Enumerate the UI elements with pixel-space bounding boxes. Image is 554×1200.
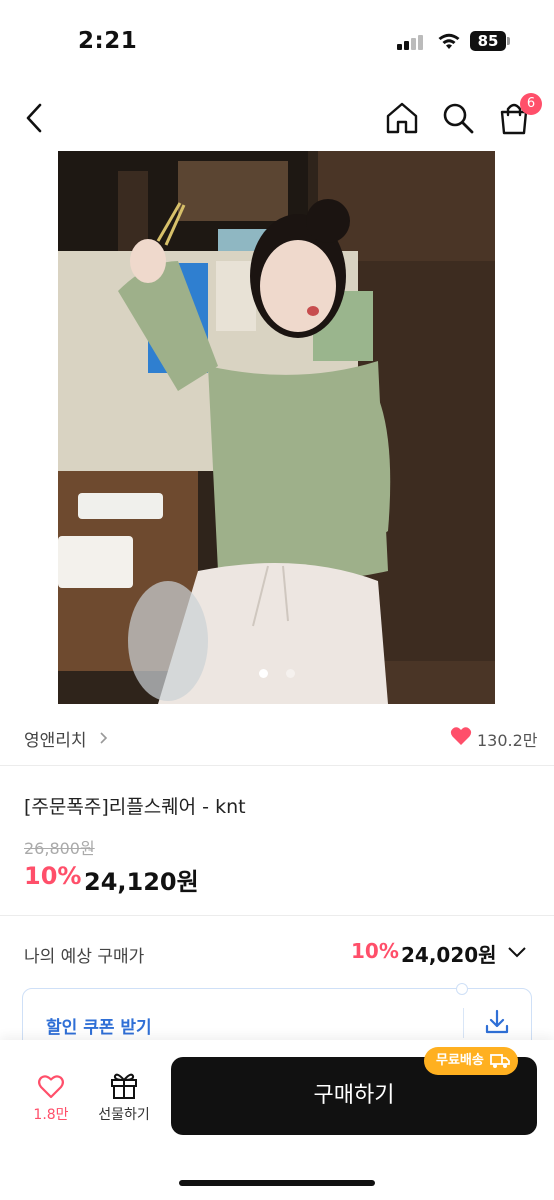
expected-discount-rate: 10% <box>351 939 399 963</box>
product-title: [주문폭주]리플스퀘어 - knt <box>24 796 246 818</box>
home-indicator <box>179 1180 375 1186</box>
wishlist-count: 1.8만 <box>33 1107 69 1123</box>
cart-count-badge: 6 <box>520 93 542 115</box>
coupon-label[interactable]: 할인 쿠폰 받기 <box>46 1013 152 1038</box>
image-pager <box>0 663 554 682</box>
battery-tip <box>507 37 510 45</box>
pager-dot[interactable] <box>285 669 295 678</box>
chevron-right-icon <box>100 732 108 744</box>
product-photo <box>58 151 495 704</box>
free-shipping-badge: 무료배송 <box>424 1047 518 1075</box>
heart-outline-icon <box>38 1075 64 1099</box>
free-shipping-label: 무료배송 <box>436 1053 484 1068</box>
chevron-down-icon[interactable] <box>505 942 529 962</box>
pager-dot-active[interactable] <box>259 669 269 678</box>
battery-level: 85 <box>470 31 506 51</box>
discount-rate: 10% <box>24 862 82 890</box>
top-nav <box>0 90 554 146</box>
product-image[interactable] <box>58 151 495 704</box>
coupon-separator <box>463 1008 464 1038</box>
back-arrow-icon[interactable] <box>20 100 50 136</box>
brand-name[interactable]: 영앤리치 <box>24 726 87 751</box>
like-count: 130.2만 <box>477 731 538 750</box>
truck-icon <box>489 1054 510 1068</box>
original-price: 26,800원 <box>24 839 95 858</box>
download-icon[interactable] <box>483 1008 511 1036</box>
divider <box>0 915 554 916</box>
sale-price: 24,120원 <box>84 868 199 896</box>
brand-row[interactable]: 영앤리치 130.2만 <box>0 712 554 762</box>
wifi-icon <box>438 33 460 49</box>
home-icon[interactable] <box>384 100 420 136</box>
coupon-notch <box>456 983 468 995</box>
gift-icon <box>111 1073 137 1099</box>
expected-price-label: 나의 예상 구매가 <box>24 947 145 967</box>
heart-filled-icon[interactable] <box>450 726 472 746</box>
status-time: 2:21 <box>78 28 138 54</box>
status-bar: 2:21 85 <box>0 0 554 80</box>
expected-price: 24,020원 <box>401 943 497 967</box>
signal-icon <box>397 34 427 50</box>
gift-label: 선물하기 <box>98 1107 150 1123</box>
divider <box>0 765 554 766</box>
search-icon[interactable] <box>440 100 476 136</box>
